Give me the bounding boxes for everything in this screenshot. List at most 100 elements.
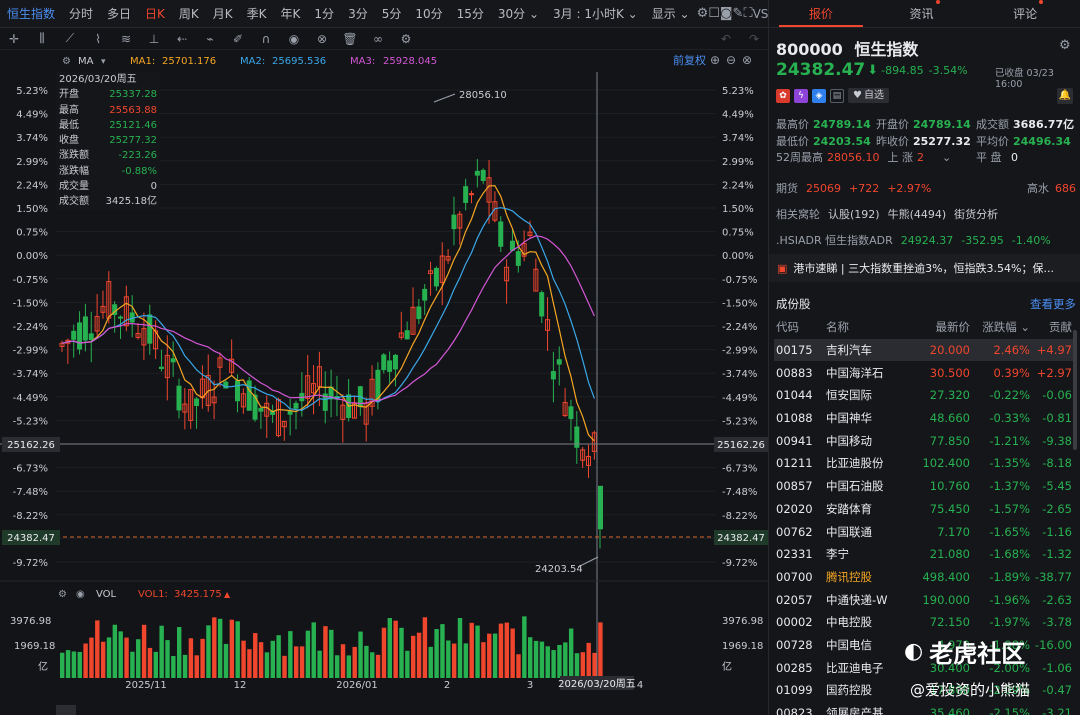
quote-settings-icon[interactable]: ⚙: [1059, 38, 1071, 53]
draw-settings-icon[interactable]: ⚙: [392, 32, 420, 46]
zigzag-icon[interactable]: ⌇: [84, 32, 112, 46]
see-more-link[interactable]: 查看更多: [1030, 296, 1076, 312]
trash-icon[interactable]: 🗑: [336, 32, 364, 46]
market-status: 已收盘 03/23 16:00: [995, 68, 1054, 90]
tab-intraday[interactable]: 分时: [62, 5, 100, 22]
volume-bar: [422, 617, 428, 678]
camera-icon[interactable]: ◙: [720, 6, 733, 21]
tab-10min[interactable]: 10分: [408, 5, 449, 22]
ma-dropdown-icon[interactable]: ▾: [101, 57, 106, 67]
table-row[interactable]: 00175 吉利汽车 20.000 2.46% +4.97: [774, 338, 1074, 362]
bars-icon[interactable]: ⫼: [28, 31, 56, 46]
tab-weekly-k[interactable]: 周K: [172, 5, 206, 22]
tag-icon[interactable]: ◈: [812, 88, 826, 103]
candle-body: [147, 314, 153, 344]
link-street-analysis[interactable]: 街货分析: [954, 206, 998, 222]
vol-settings-icon[interactable]: ⚙: [58, 589, 67, 600]
table-row[interactable]: 00823 领展房产基 35.460 -2.15% -3.21: [774, 702, 1074, 715]
table-row[interactable]: 00883 中国海洋石 30.500 0.39% +2.97: [774, 361, 1074, 384]
table-row[interactable]: 02057 中通快递-W 190.000 -1.96% -2.63: [774, 588, 1074, 611]
table-row[interactable]: 02331 李宁 21.080 -1.68% -1.32: [774, 543, 1074, 566]
zoom-out-icon[interactable]: ⊖: [726, 53, 736, 67]
doc-icon[interactable]: ▤: [830, 88, 844, 103]
tab-quarterly-k[interactable]: 季K: [240, 5, 274, 22]
tab-15min[interactable]: 15分: [450, 5, 491, 22]
gear-icon[interactable]: ⚙: [697, 6, 709, 21]
magnet-icon[interactable]: ∩: [252, 32, 280, 46]
undo-icon[interactable]: ↶: [712, 32, 740, 46]
link-cbbc[interactable]: 牛熊(4494): [888, 206, 947, 222]
cell-contrib: -1.06: [1042, 660, 1072, 675]
measure-icon[interactable]: ⌁: [196, 32, 224, 46]
volume-bar: [563, 642, 568, 678]
cell-name: 中国石油股: [826, 479, 884, 494]
tab-multiday[interactable]: 多日: [100, 5, 138, 22]
volume-bar: [487, 633, 492, 678]
tab-news[interactable]: 资讯: [873, 0, 977, 27]
table-row[interactable]: 00700 腾讯控股 498.400 -1.89% -38.77: [774, 566, 1074, 589]
square-icon[interactable]: ☐: [708, 6, 720, 21]
redo-icon[interactable]: ↷: [740, 32, 768, 46]
arrow-tool-icon[interactable]: ⇠: [168, 32, 196, 46]
expand-chevron-icon[interactable]: ⌄: [942, 151, 951, 164]
cell-contrib: -9.38: [1042, 433, 1072, 448]
lock-icon[interactable]: ⊗: [308, 32, 336, 46]
tab-daily-k[interactable]: 日K: [138, 5, 172, 22]
fork-icon[interactable]: ⊥: [140, 32, 168, 46]
expand-icon[interactable]: ⛶: [743, 6, 752, 21]
scrollbar[interactable]: [1073, 330, 1077, 450]
link-icon[interactable]: ∞: [364, 32, 392, 46]
trendline-icon[interactable]: ⟋: [56, 31, 84, 46]
col-code[interactable]: 代码: [774, 316, 824, 339]
col-pct[interactable]: 涨跌幅 ⌄: [972, 316, 1032, 339]
cell-code: 00700: [776, 569, 813, 584]
tab-1min[interactable]: 1分: [307, 5, 341, 22]
tab-quote[interactable]: 报价: [769, 0, 873, 27]
table-row[interactable]: 00002 中电控股 72.150 -1.97% -3.78: [774, 611, 1074, 634]
table-row[interactable]: 01211 比亚迪股份 102.400 -1.35% -8.18: [774, 452, 1074, 475]
pencil-icon[interactable]: ✎: [733, 6, 744, 21]
tab-comments[interactable]: 评论: [976, 0, 1080, 27]
index-title-tab[interactable]: 恒生指数: [0, 5, 62, 22]
table-row[interactable]: 00762 中国联通 7.170 -1.65% -1.16: [774, 520, 1074, 543]
settings-icon-small[interactable]: ⚙: [62, 56, 71, 67]
scroll-handle[interactable]: [56, 705, 76, 715]
quote-change-pct: -3.54%: [928, 63, 968, 77]
table-row[interactable]: 01044 恒安国际 27.320 -0.22% -0.06: [774, 384, 1074, 407]
cell-code: 01211: [776, 456, 813, 471]
tab-yearly-k[interactable]: 年K: [274, 5, 308, 22]
pen-icon[interactable]: ✐: [224, 32, 252, 46]
y-tick-right: -2.24%: [722, 322, 757, 333]
display-dropdown[interactable]: 显示 ⌄: [645, 5, 697, 22]
lightning-icon[interactable]: ϟ: [794, 88, 808, 103]
table-row[interactable]: 02020 安踏体育 75.450 -1.57% -2.65: [774, 498, 1074, 521]
add-watchlist-button[interactable]: ♥ 自选: [848, 88, 889, 103]
tab-3min[interactable]: 3分: [341, 5, 375, 22]
vol-eye-icon[interactable]: ◉: [76, 589, 85, 600]
adjust-button[interactable]: 前复权: [673, 53, 706, 67]
table-row[interactable]: 00941 中国移动 77.850 -1.21% -9.38: [774, 429, 1074, 452]
table-row[interactable]: 01088 中国神华 48.660 -0.33% -0.81: [774, 407, 1074, 430]
cell-name: 吉利汽车: [824, 338, 914, 362]
tab-30min-dropdown[interactable]: 30分 ⌄: [491, 5, 546, 22]
close-subchart-icon[interactable]: ⊗: [742, 53, 752, 67]
eye-icon[interactable]: ◉: [280, 32, 308, 46]
zoom-in-icon[interactable]: ⊕: [710, 53, 720, 67]
channel-icon[interactable]: ≋: [112, 32, 140, 46]
adr-row[interactable]: .HSIADR 恒生指数ADR 24924.37 -352.95 -1.40%: [776, 232, 1051, 248]
link-warrants[interactable]: 认股(192): [828, 206, 880, 222]
tab-monthly-k[interactable]: 月K: [206, 5, 240, 22]
news-banner[interactable]: ▣ 港市速睇 | 三大指数重挫逾3%，恒指跌3.54%；保...: [769, 254, 1080, 282]
tab-5min[interactable]: 5分: [375, 5, 409, 22]
y-tick-left: -4.49%: [13, 393, 48, 404]
volume-bar: [223, 643, 229, 678]
range-dropdown[interactable]: 3月 : 1小时K ⌄: [546, 5, 645, 22]
cell-contrib: +4.97: [1032, 338, 1074, 362]
table-row[interactable]: 00857 中国石油股 10.760 -1.37% -5.45: [774, 475, 1074, 498]
crosshair-icon[interactable]: ✛: [0, 32, 28, 46]
col-contrib[interactable]: 贡献: [1032, 316, 1074, 339]
vs-icon[interactable]: VS: [753, 7, 769, 21]
col-name[interactable]: 名称: [824, 316, 914, 339]
col-price[interactable]: 最新价: [914, 316, 972, 339]
bell-icon[interactable]: 🔔: [1057, 88, 1073, 104]
